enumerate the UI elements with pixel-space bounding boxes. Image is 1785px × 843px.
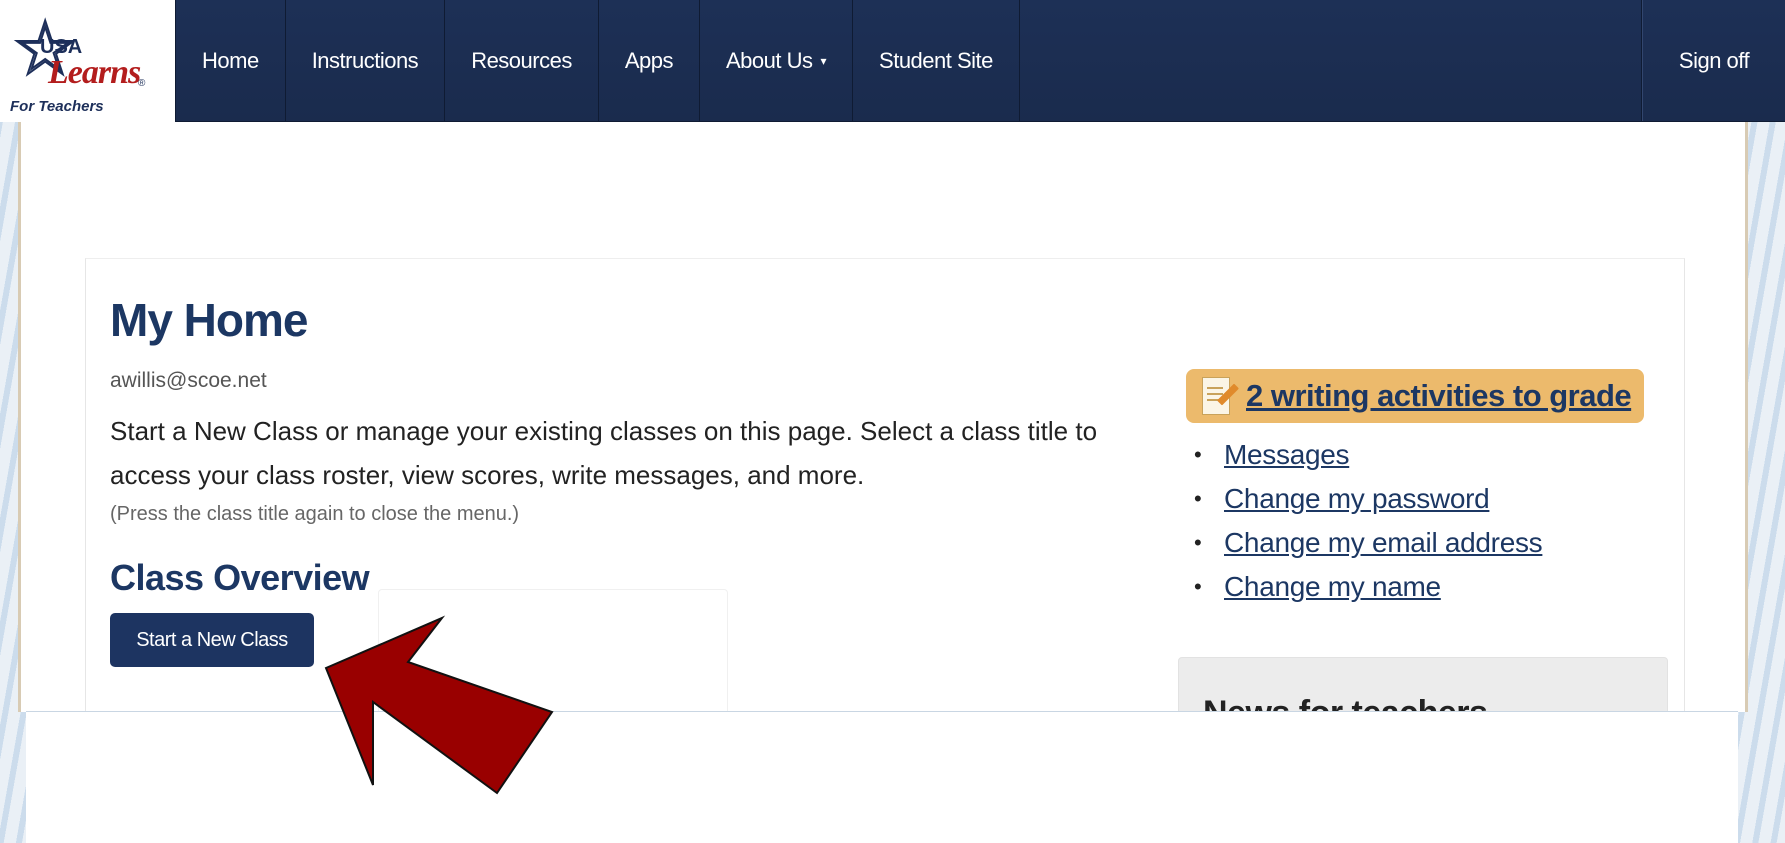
sign-off-link[interactable]: Sign off bbox=[1642, 0, 1785, 121]
start-new-class-button[interactable]: Start a New Class bbox=[110, 613, 314, 667]
bullet: • bbox=[1194, 486, 1202, 511]
menu-hint: (Press the class title again to close th… bbox=[110, 503, 520, 525]
nav-instructions[interactable]: Instructions bbox=[286, 0, 446, 121]
bullet: • bbox=[1194, 574, 1202, 599]
nav-student-site[interactable]: Student Site bbox=[853, 0, 1020, 121]
account-links-list: • Messages • Change my password • Change my… bbox=[1194, 433, 1543, 609]
grade-activities-badge[interactable]: 2 writing activities to grade bbox=[1186, 369, 1644, 423]
nav-spacer bbox=[1020, 0, 1642, 121]
nav-apps[interactable]: Apps bbox=[599, 0, 700, 121]
bullet: • bbox=[1194, 442, 1202, 467]
nav-home[interactable]: Home bbox=[176, 0, 286, 121]
grade-activities-link[interactable]: 2 writing activities to grade bbox=[1246, 378, 1632, 414]
bullet: • bbox=[1194, 530, 1202, 555]
class-overview-heading: Class Overview bbox=[110, 557, 370, 598]
page-description: Start a New Class or manage your existin… bbox=[110, 416, 1098, 490]
list-item: • Change my email address bbox=[1194, 521, 1543, 565]
logo-registered-mark: ® bbox=[138, 78, 146, 89]
list-item: • Messages bbox=[1194, 433, 1542, 477]
page-frame: My Home awillis@scoe.net Start a New Cla… bbox=[18, 122, 1748, 737]
logo-learns-text: Learns bbox=[48, 54, 141, 91]
bottom-overlay bbox=[26, 711, 1738, 843]
nav-resources[interactable]: Resources bbox=[445, 0, 599, 121]
nav-about-us[interactable]: About Us ▾ bbox=[700, 0, 854, 121]
list-item: • Change my name bbox=[1194, 565, 1542, 609]
nav-about-us-label: About Us bbox=[726, 47, 813, 73]
main-panel: My Home awillis@scoe.net Start a New Cla… bbox=[85, 258, 1685, 737]
page-title: My Home bbox=[110, 294, 308, 346]
usa-learns-logo[interactable]: ☆ USA Learns ® For Teachers bbox=[0, 0, 176, 122]
change-name-link[interactable]: Change my name bbox=[1224, 565, 1441, 609]
logo-subtitle: For Teachers bbox=[10, 98, 104, 115]
change-email-link[interactable]: Change my email address bbox=[1224, 521, 1543, 565]
messages-link[interactable]: Messages bbox=[1224, 433, 1350, 477]
top-navbar: ☆ USA Learns ® For Teachers Home Instruc… bbox=[0, 0, 1785, 122]
change-password-link[interactable]: Change my password bbox=[1224, 477, 1490, 521]
writing-pencil-icon bbox=[1200, 375, 1239, 417]
class-list-box bbox=[378, 589, 728, 719]
user-email: awillis@scoe.net bbox=[110, 369, 267, 392]
list-item: • Change my password bbox=[1194, 477, 1542, 521]
chevron-down-icon: ▾ bbox=[820, 53, 827, 68]
